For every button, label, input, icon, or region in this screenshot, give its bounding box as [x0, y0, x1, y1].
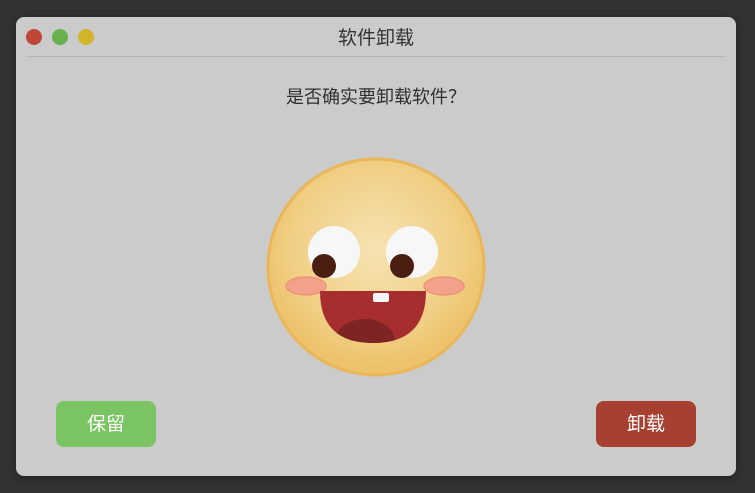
title-divider [26, 56, 726, 57]
uninstall-button[interactable]: 卸载 [596, 401, 696, 447]
title-bar[interactable]: 软件卸载 [16, 17, 736, 57]
left-pupil [312, 254, 336, 278]
smiling-face-icon [264, 155, 488, 379]
keep-button[interactable]: 保留 [56, 401, 156, 447]
uninstall-question: 是否确实要卸载软件？ [286, 87, 466, 108]
tooth [373, 293, 389, 302]
face-illustration [266, 157, 486, 377]
uninstall-dialog-window: 软件卸载 是否确实要卸载软件？ 保留 卸载 [16, 17, 736, 476]
left-cheek [285, 276, 327, 296]
right-cheek [423, 276, 465, 296]
right-pupil [390, 254, 414, 278]
window-title: 软件卸载 [337, 27, 414, 49]
